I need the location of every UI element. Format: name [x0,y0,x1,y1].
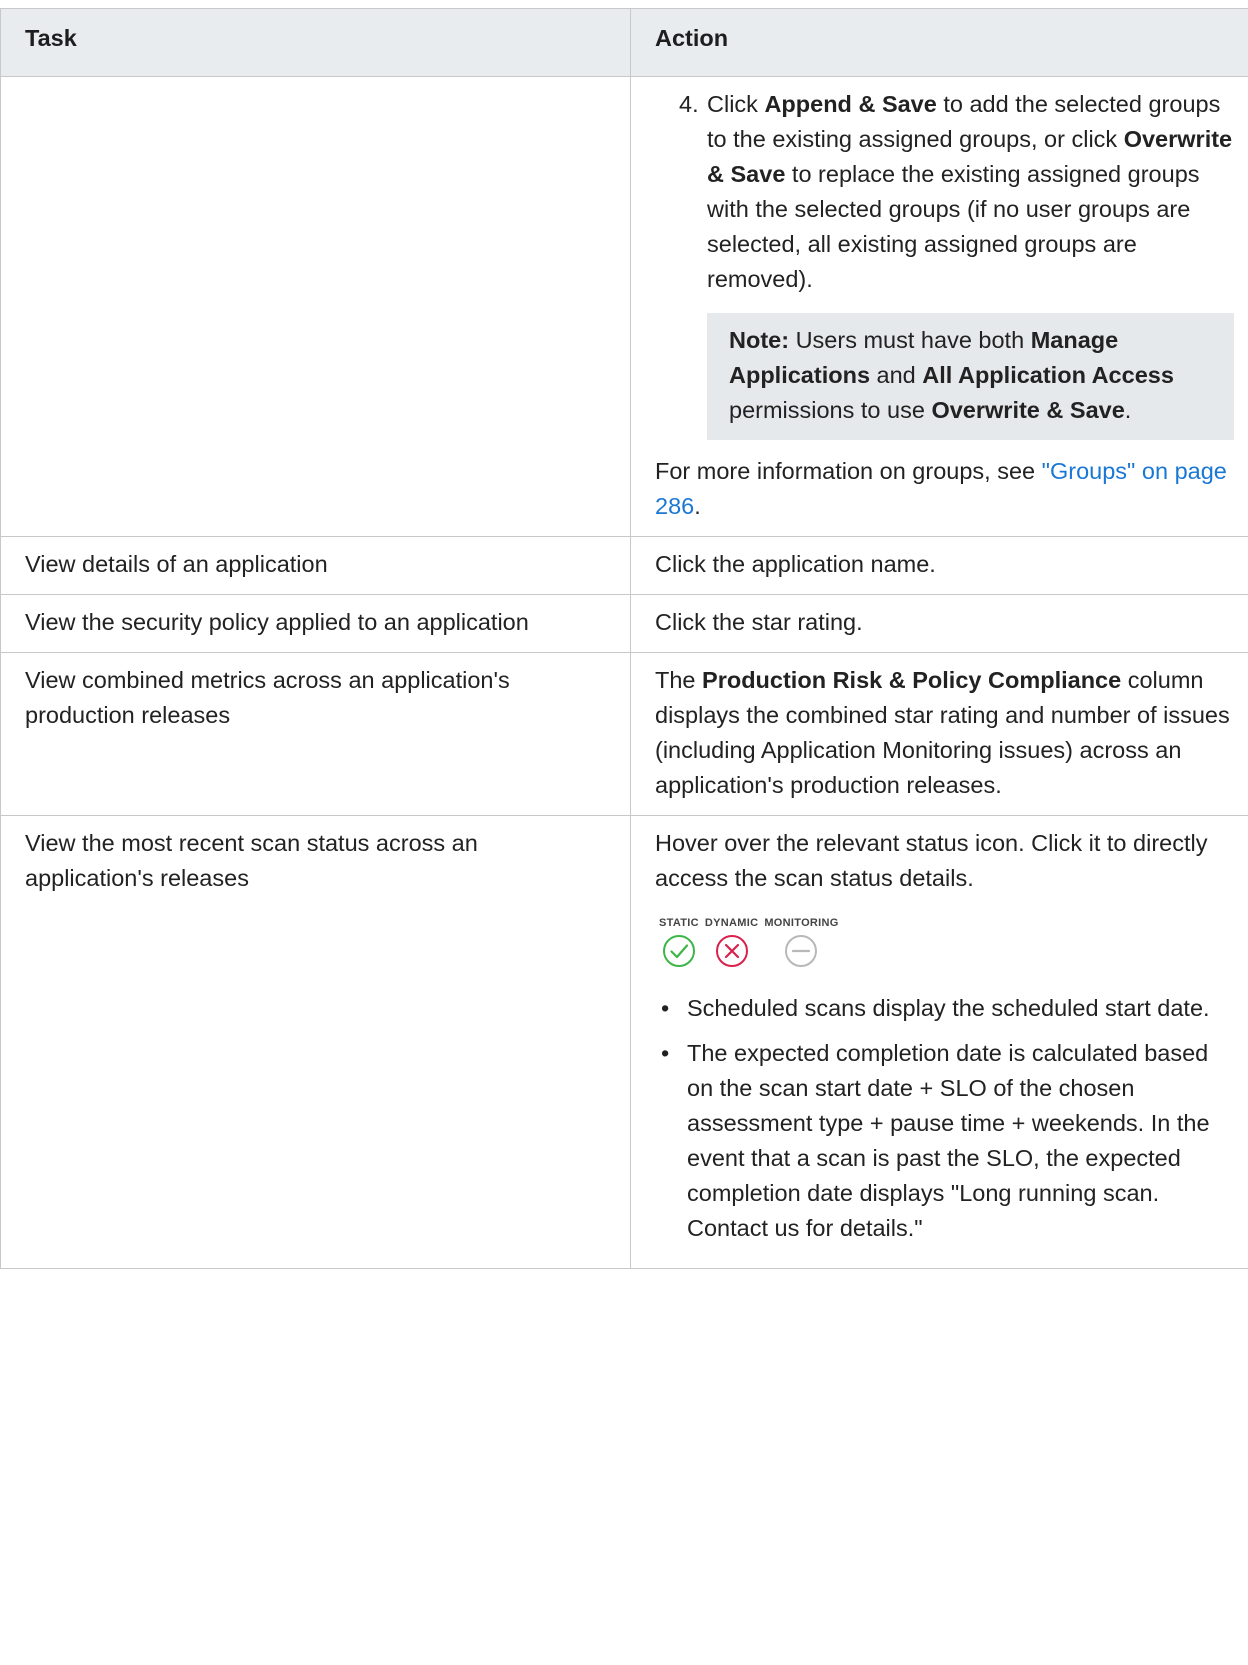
action-intro: Hover over the relevant status icon. Cli… [655,830,1208,891]
action-cell: Click the star rating. [630,594,1248,653]
note-label: Note: [729,327,790,353]
more-info-text: For more information on groups, see [655,458,1042,484]
minus-circle-icon [785,935,818,967]
all-application-access-term: All Application Access [922,362,1174,388]
monitoring-status[interactable]: MONITORING [764,916,838,969]
task-cell: View the security policy applied to an a… [0,594,631,653]
step-list: 4. Click Append & Save to add the select… [655,87,1234,297]
table-row: View details of an application Click the… [0,536,1248,595]
task-cell: View details of an application [0,536,631,595]
table-row: View the most recent scan status across … [0,815,1248,1269]
production-risk-term: Production Risk & Policy Compliance [702,667,1122,693]
step-text: Click [707,91,765,117]
note-text: permissions to use [729,397,932,423]
overwrite-save-term: Overwrite & Save [931,397,1125,423]
task-cell: View the most recent scan status across … [0,815,631,1269]
header-task: Task [0,8,631,77]
static-status[interactable]: STATIC [659,916,699,969]
task-cell-empty [0,76,631,537]
table-row: View the security policy applied to an a… [0,594,1248,653]
header-action: Action [630,8,1248,77]
action-cell: 4. Click Append & Save to add the select… [630,76,1248,537]
x-circle-icon [715,935,748,967]
table-row: View combined metrics across an applicat… [0,652,1248,816]
status-notes-list: Scheduled scans display the scheduled st… [655,991,1234,1246]
action-cell: The Production Risk & Policy Compliance … [630,652,1248,816]
table-row: 4. Click Append & Save to add the select… [0,76,1248,537]
step-number: 4. [679,91,699,117]
note-box: Note: Users must have both Manage Applic… [707,313,1234,440]
list-item: The expected completion date is calculat… [655,1036,1234,1246]
note-text: . [1124,397,1132,423]
more-info-paragraph: For more information on groups, see "Gro… [655,454,1234,524]
table-header-row: Task Action [0,8,1248,77]
action-cell: Hover over the relevant status icon. Cli… [630,815,1248,1269]
monitoring-label: MONITORING [764,917,839,929]
static-label: STATIC [659,917,699,929]
task-cell: View combined metrics across an applicat… [0,652,631,816]
note-text: Users must have both [789,327,1031,353]
scan-status-icons: STATIC DYNAMIC MONITORING [659,916,1234,969]
list-item: Scheduled scans display the scheduled st… [655,991,1234,1026]
action-text: The [655,667,703,693]
step-item: 4. Click Append & Save to add the select… [655,87,1234,297]
dynamic-status[interactable]: DYNAMIC [705,916,758,969]
note-text: and [870,362,923,388]
dynamic-label: DYNAMIC [704,917,759,929]
check-circle-icon [662,935,695,967]
action-cell: Click the application name. [630,536,1248,595]
append-save-term: Append & Save [764,91,937,117]
tasks-table: Task Action 4. Click Append & Save to ad… [0,8,1248,1269]
more-info-end: . [694,493,701,519]
